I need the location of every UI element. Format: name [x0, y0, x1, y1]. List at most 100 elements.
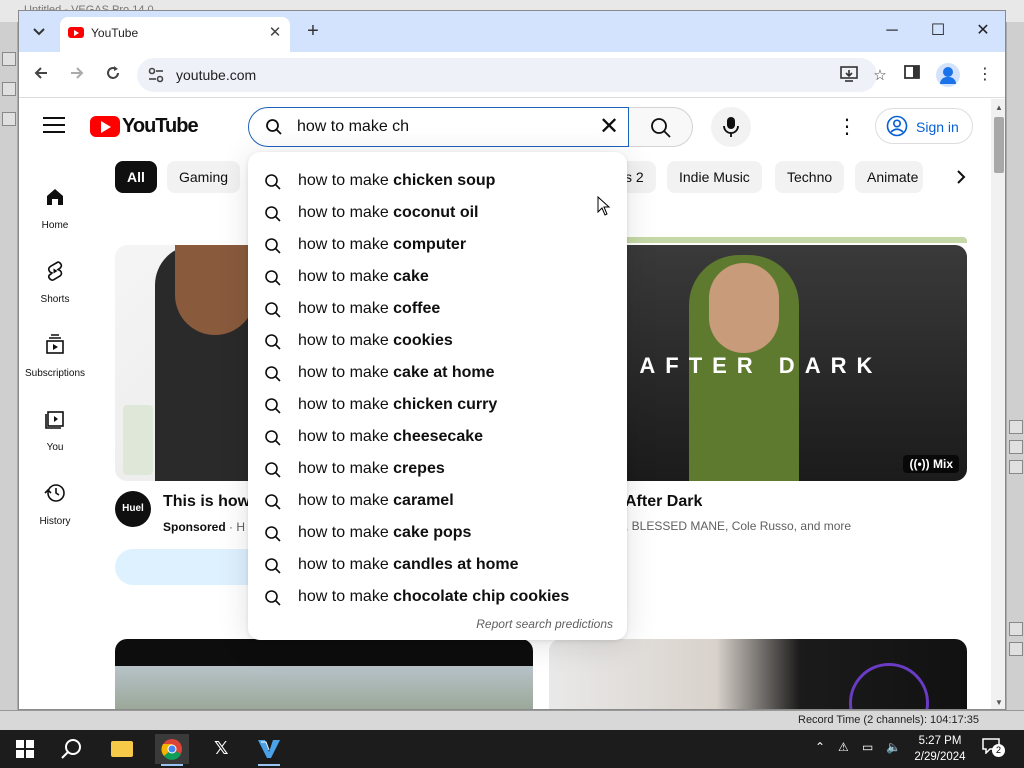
- suggestion-text: how to make chicken curry: [298, 396, 497, 414]
- suggestion-item[interactable]: how to make computer: [248, 230, 627, 262]
- chip-gaming[interactable]: Gaming: [167, 161, 241, 193]
- file-explorer-app[interactable]: [105, 734, 139, 764]
- search-input[interactable]: how to make ch ✕: [248, 107, 629, 147]
- video-title-1[interactable]: This is how: [163, 493, 250, 511]
- suggestion-text: how to make chicken soup: [298, 172, 495, 190]
- bg-panel-tab[interactable]: [2, 112, 16, 126]
- sign-in-button[interactable]: Sign in: [875, 108, 973, 144]
- suggestion-item[interactable]: how to make coconut oil: [248, 198, 627, 230]
- taskbar-search-button[interactable]: [55, 734, 89, 764]
- youtube-logo[interactable]: YouTube: [90, 115, 199, 137]
- search-button[interactable]: [629, 107, 693, 147]
- site-settings-icon[interactable]: [147, 66, 165, 84]
- thumbnail-bottle: [123, 405, 153, 475]
- suggestion-completion: cake pops: [393, 524, 472, 541]
- install-app-icon[interactable]: [839, 66, 859, 84]
- search-icon: [265, 270, 281, 286]
- suggestion-completion: cheesecake: [393, 428, 484, 445]
- suggestion-text: how to make computer: [298, 236, 466, 254]
- show-hidden-icons[interactable]: ⌃: [815, 740, 825, 768]
- volume-muted-icon[interactable]: 🔈: [886, 740, 901, 768]
- suggestion-item[interactable]: how to make coffee: [248, 294, 627, 326]
- search-icon: [61, 739, 81, 759]
- maximize-button[interactable]: ☐: [923, 19, 953, 43]
- channel-avatar-huel[interactable]: Huel: [115, 491, 151, 527]
- guide-item-home[interactable]: Home: [19, 185, 91, 231]
- suggestion-item[interactable]: how to make candles at home: [248, 550, 627, 582]
- bg-panel-tab[interactable]: [1009, 642, 1023, 656]
- tab-search-button[interactable]: [27, 20, 51, 44]
- clear-search-icon[interactable]: ✕: [599, 114, 619, 140]
- side-panel-icon[interactable]: [900, 63, 924, 87]
- suggestion-item[interactable]: how to make crepes: [248, 454, 627, 486]
- taskbar-clock[interactable]: 5:27 PM 2/29/2024: [910, 733, 970, 765]
- report-search-predictions-link[interactable]: Report search predictions: [476, 617, 613, 631]
- network-icon[interactable]: ▭: [862, 740, 873, 768]
- suggestion-item[interactable]: how to make caramel: [248, 486, 627, 518]
- browser-menu-icon[interactable]: ⋮: [973, 63, 997, 87]
- minimize-button[interactable]: ─: [877, 19, 907, 43]
- chrome-app[interactable]: [155, 734, 189, 766]
- settings-more-icon[interactable]: ⋮: [837, 117, 857, 137]
- suggestion-completion: cake: [393, 268, 429, 285]
- suggestion-prefix: how to make: [298, 428, 394, 445]
- guide-item-shorts[interactable]: Shorts: [19, 259, 91, 305]
- scrollbar-thumb[interactable]: [994, 117, 1004, 173]
- video-title-2[interactable]: After Dark: [625, 493, 702, 511]
- action-center-button[interactable]: 2: [982, 738, 1005, 758]
- close-window-button[interactable]: ✕: [968, 19, 998, 43]
- forward-button[interactable]: [65, 63, 89, 87]
- page-scrollbar[interactable]: ▲ ▼: [991, 99, 1005, 709]
- suggestion-item[interactable]: how to make cheesecake: [248, 422, 627, 454]
- hamburger-menu-icon[interactable]: [43, 117, 65, 135]
- guide-item-you[interactable]: You: [19, 407, 91, 453]
- suggestion-item[interactable]: how to make cookies: [248, 326, 627, 358]
- video-thumbnail-3[interactable]: [115, 639, 533, 709]
- search-icon: [265, 238, 281, 254]
- back-button[interactable]: [29, 63, 53, 87]
- bg-panel-tab[interactable]: [2, 52, 16, 66]
- bg-panel-tab[interactable]: [1009, 440, 1023, 454]
- search-icon: [265, 206, 281, 222]
- chip-techno[interactable]: Techno: [775, 161, 845, 193]
- tab-close-icon[interactable]: ✕: [266, 24, 284, 42]
- bg-panel-tab[interactable]: [1009, 420, 1023, 434]
- suggestion-item[interactable]: how to make chocolate chip cookies: [248, 582, 627, 614]
- x-app[interactable]: 𝕏: [204, 734, 238, 764]
- bookmark-star-icon[interactable]: ☆: [870, 66, 890, 84]
- bg-panel-tab[interactable]: [1009, 460, 1023, 474]
- scroll-up-icon[interactable]: ▲: [995, 103, 1003, 112]
- suggestion-item[interactable]: how to make chicken soup: [248, 166, 627, 198]
- suggestion-item[interactable]: how to make cake: [248, 262, 627, 294]
- vegas-app[interactable]: [252, 734, 286, 766]
- video-thumbnail-4[interactable]: [549, 639, 967, 709]
- network-warning-icon[interactable]: ⚠: [838, 740, 849, 768]
- guide-item-subscriptions[interactable]: Subscriptions: [19, 333, 91, 379]
- record-time-status: Record Time (2 channels): 104:17:35: [798, 714, 979, 726]
- suggestion-item[interactable]: how to make chicken curry: [248, 390, 627, 422]
- suggestion-text: how to make coffee: [298, 300, 440, 318]
- chevron-right-icon[interactable]: [951, 167, 971, 187]
- suggestion-item[interactable]: how to make cake at home: [248, 358, 627, 390]
- suggestion-prefix: how to make: [298, 364, 394, 381]
- address-bar[interactable]: youtube.com ☆: [137, 58, 887, 92]
- new-tab-button[interactable]: +: [301, 20, 325, 44]
- bg-panel-tab[interactable]: [2, 82, 16, 96]
- tab-youtube[interactable]: YouTube ✕: [60, 17, 290, 52]
- chip-all[interactable]: All: [115, 161, 157, 193]
- scroll-down-icon[interactable]: ▼: [995, 698, 1003, 707]
- mix-radio-icon: ((•)): [909, 457, 933, 471]
- guide-item-history[interactable]: History: [19, 481, 91, 527]
- chip-indie-music[interactable]: Indie Music: [667, 161, 762, 193]
- start-button[interactable]: [8, 734, 42, 764]
- chip-animate[interactable]: Animate: [855, 161, 923, 193]
- guide-label: You: [46, 442, 64, 453]
- bg-panel-tab[interactable]: [1009, 622, 1023, 636]
- chrome-icon: [161, 739, 182, 760]
- voice-search-button[interactable]: [711, 107, 751, 147]
- profile-avatar-icon[interactable]: [936, 63, 960, 87]
- reload-button[interactable]: [101, 63, 125, 87]
- suggestion-text: how to make candles at home: [298, 556, 519, 574]
- youtube-favicon-icon: [68, 27, 84, 38]
- suggestion-item[interactable]: how to make cake pops: [248, 518, 627, 550]
